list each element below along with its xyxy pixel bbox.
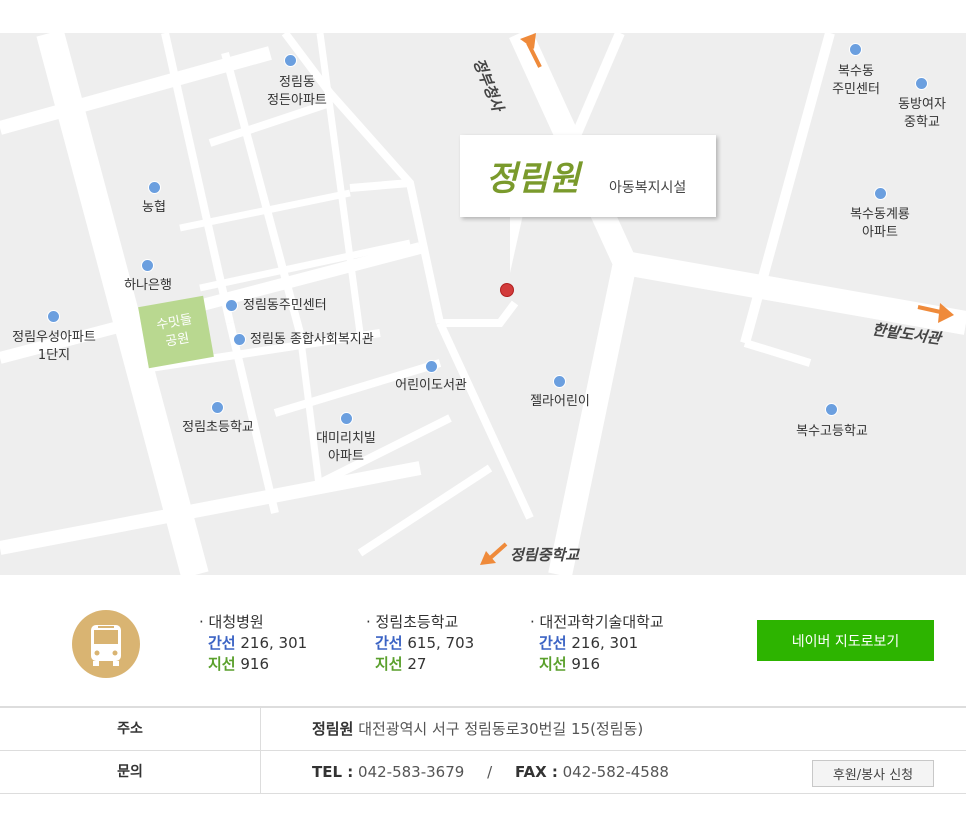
poi-label: 젤라어린이 <box>530 394 590 409</box>
bus-stop-2: · 정림초등학교 간선 615, 703 지선 27 <box>366 612 474 675</box>
poi-label: 정림동 종합사회복지관 <box>250 332 374 347</box>
poi-label: 복수고등학교 <box>796 424 868 439</box>
branch-label: 지선 <box>375 655 403 673</box>
bus-stop-name: · 대전과학기술대학교 <box>530 613 664 631</box>
poi-marker <box>225 299 238 312</box>
contact-label: 문의 <box>0 751 261 793</box>
location-map: 수밋들 공원 정부청사 한밭도서관 정림중학교 정림동 정든아파트 농협 하나은… <box>0 33 966 575</box>
poi-label: 복수동 주민센터 <box>832 64 880 97</box>
address-value: 정림원 대전광역시 서구 정림동로30번길 15(정림동) <box>312 708 643 750</box>
poi-marker <box>141 259 154 272</box>
poi-label: 어린이도서관 <box>395 378 467 393</box>
contact-separator: / <box>487 763 493 781</box>
branch-label: 지선 <box>208 655 236 673</box>
poi-marker <box>553 375 566 388</box>
poi-label: 정림동주민센터 <box>243 298 327 313</box>
road-network <box>0 33 966 575</box>
address-row: 주소 정림원 대전광역시 서구 정림동로30번길 15(정림동) <box>0 706 966 751</box>
poi-marker <box>211 401 224 414</box>
trunk-label: 간선 <box>375 634 403 652</box>
poi-label: 정림우성아파트 1단지 <box>12 330 96 363</box>
poi-marker <box>340 412 353 425</box>
donate-volunteer-button[interactable]: 후원/봉사 신청 <box>812 760 934 787</box>
bus-stop-name: · 정림초등학교 <box>366 613 459 631</box>
bus-icon <box>72 610 140 678</box>
bus-stop-1: · 대청병원 간선 216, 301 지선 916 <box>199 612 307 675</box>
poi-marker <box>825 403 838 416</box>
naver-map-button[interactable]: 네이버 지도로보기 <box>757 620 934 661</box>
branch-label: 지선 <box>539 655 567 673</box>
tel-label: TEL : <box>312 763 354 781</box>
fax-label: FAX : <box>514 763 558 781</box>
poi-label: 대미리치빌 아파트 <box>316 431 376 464</box>
poi-marker <box>874 187 887 200</box>
address-name: 정림원 <box>312 720 354 738</box>
branch-routes: 27 <box>407 655 427 673</box>
branch-routes: 916 <box>571 655 601 673</box>
bus-info-section: · 대청병원 간선 216, 301 지선 916 · 정림초등학교 간선 61… <box>0 575 966 705</box>
direction-south-label: 정림중학교 <box>510 546 580 564</box>
brand-logo-text: 정림원 <box>486 159 580 199</box>
poi-label: 복수동계룡 아파트 <box>850 207 910 240</box>
sumitdeul-park: 수밋들 공원 <box>138 295 214 369</box>
brand-subtitle: 아동복지시설 <box>609 180 687 196</box>
branch-routes: 916 <box>240 655 270 673</box>
trunk-label: 간선 <box>539 634 567 652</box>
trunk-routes: 615, 703 <box>407 634 475 652</box>
contact-row: 문의 TEL : 042-583-3679 / FAX : 042-582-45… <box>0 751 966 794</box>
trunk-label: 간선 <box>208 634 236 652</box>
contact-value: TEL : 042-583-3679 / FAX : 042-582-4588 <box>312 751 669 793</box>
poi-marker <box>148 181 161 194</box>
location-callout: 정림원 아동복지시설 <box>460 135 716 217</box>
poi-marker <box>233 333 246 346</box>
location-pin-icon <box>500 283 514 297</box>
trunk-routes: 216, 301 <box>571 634 639 652</box>
poi-marker <box>915 77 928 90</box>
poi-label: 정림초등학교 <box>182 420 254 435</box>
poi-label: 정림동 정든아파트 <box>267 75 327 108</box>
address-text: 대전광역시 서구 정림동로30번길 15(정림동) <box>358 720 644 738</box>
tel-number: 042-583-3679 <box>358 763 465 781</box>
poi-label: 동방여자 중학교 <box>898 97 946 130</box>
poi-label: 농협 <box>142 200 166 215</box>
poi-marker <box>425 360 438 373</box>
trunk-routes: 216, 301 <box>240 634 308 652</box>
poi-marker <box>47 310 60 323</box>
park-label-2: 공원 <box>164 330 191 350</box>
poi-label: 하나은행 <box>124 278 172 293</box>
poi-marker <box>849 43 862 56</box>
fax-number: 042-582-4588 <box>562 763 669 781</box>
address-label: 주소 <box>0 708 261 750</box>
poi-marker <box>284 54 297 67</box>
bus-stop-name: · 대청병원 <box>199 613 264 631</box>
contact-table: 주소 정림원 대전광역시 서구 정림동로30번길 15(정림동) 문의 TEL … <box>0 706 966 794</box>
bus-stop-3: · 대전과학기술대학교 간선 216, 301 지선 916 <box>530 612 664 675</box>
